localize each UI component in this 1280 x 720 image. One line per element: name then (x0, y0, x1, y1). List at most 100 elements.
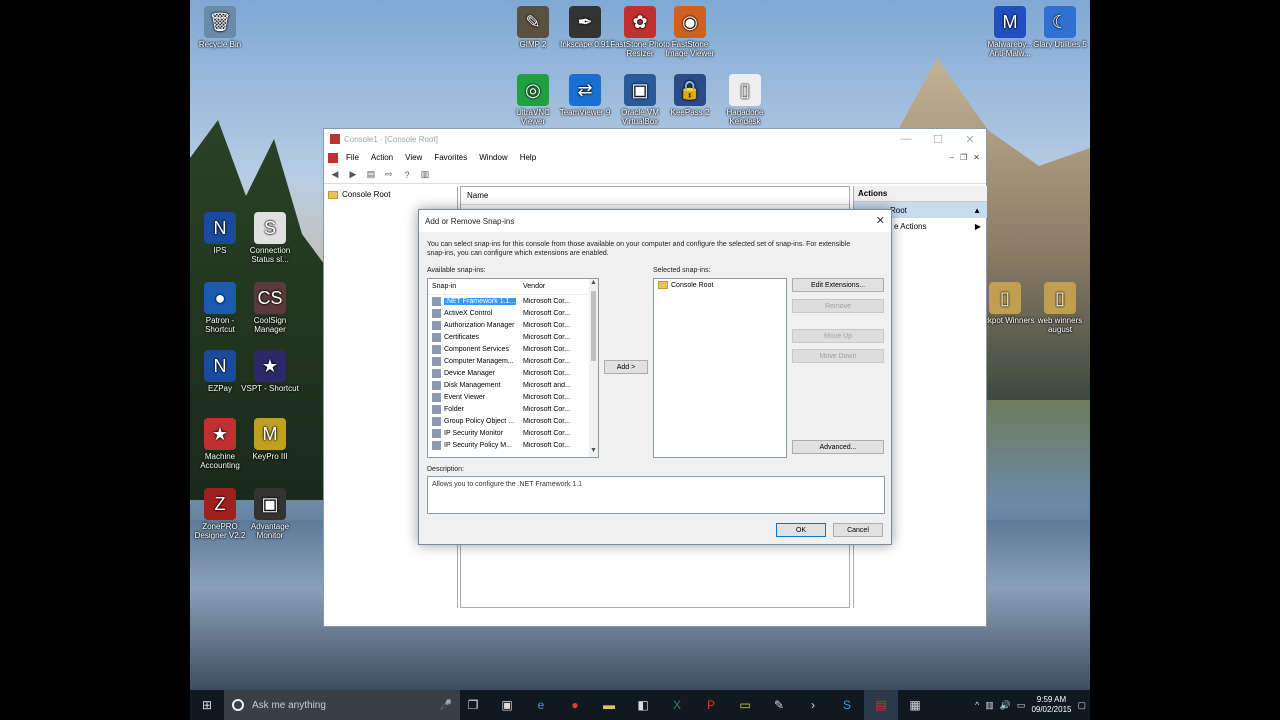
move-down-button[interactable]: Move Down (792, 349, 884, 363)
mdi-close-icon[interactable]: ✕ (973, 153, 980, 162)
mdi-minimize-icon[interactable]: – (950, 153, 954, 162)
store-icon[interactable]: ◧ (626, 690, 660, 720)
search-box[interactable]: Ask me anything (224, 690, 460, 720)
notification-icon[interactable]: ▢ (1077, 700, 1086, 711)
mdi-restore-icon[interactable]: ❐ (960, 153, 967, 162)
dialog-titlebar[interactable]: Add or Remove Snap-ins ✕ (419, 210, 891, 232)
column-snapin[interactable]: Snap-in (428, 283, 523, 290)
desktop-icon[interactable]: S Connection Status sl... (240, 212, 300, 264)
tray-keyboard-icon[interactable]: ▭ (1017, 700, 1026, 711)
list-scrollbar[interactable]: ▲ ▼ (589, 279, 598, 457)
snapin-row[interactable]: Folder Microsoft Cor... (428, 403, 598, 415)
snapin-row[interactable]: IP Security Policy M... Microsoft Cor... (428, 439, 598, 451)
snapin-row[interactable]: ActiveX Control Microsoft Cor... (428, 307, 598, 319)
snapin-row[interactable]: IP Security Monitor Microsoft Cor... (428, 427, 598, 439)
snapin-row[interactable]: Device Manager Microsoft Cor... (428, 367, 598, 379)
menu-window[interactable]: Window (473, 153, 513, 162)
action-pane-icon[interactable]: ▥ (418, 169, 432, 181)
taskbar-tool-icon[interactable]: ✎ (762, 690, 796, 720)
edge-icon[interactable]: e (524, 690, 558, 720)
edit-extensions-button[interactable]: Edit Extensions... (792, 278, 884, 292)
desktop-icon[interactable]: M KeyPro III (240, 418, 300, 461)
desktop-icon[interactable]: 🔒 KeePass 2 (660, 74, 720, 117)
snapin-row[interactable]: .NET Framework 1.1... Microsoft Cor... (428, 295, 598, 307)
task-view-icon[interactable]: ❐ (456, 690, 490, 720)
remove-button[interactable]: Remove (792, 299, 884, 313)
menu-help[interactable]: Help (514, 153, 542, 162)
snapin-row[interactable]: Component Services Microsoft Cor... (428, 343, 598, 355)
desktop-app-icon: ✒ (569, 6, 601, 38)
powershell-icon[interactable]: › (796, 690, 830, 720)
snapin-name-cell: .NET Framework 1.1... (428, 296, 523, 306)
add-button[interactable]: Add > (604, 360, 648, 374)
desktop-icon[interactable]: CS CoolSign Manager (240, 282, 300, 334)
tree-item-console-root[interactable]: Console Root (324, 186, 457, 203)
selected-item-console-root[interactable]: Console Root (654, 279, 786, 291)
snapin-row[interactable]: Event Viewer Microsoft Cor... (428, 391, 598, 403)
selected-snapins-list[interactable]: Console Root (653, 278, 787, 458)
back-arrow-icon[interactable]: ◀ (328, 169, 342, 181)
menu-view[interactable]: View (399, 153, 428, 162)
column-vendor[interactable]: Vendor (523, 283, 545, 290)
column-header-name[interactable]: Name (461, 187, 849, 205)
excel-icon[interactable]: X (660, 690, 694, 720)
microphone-icon[interactable]: 🎤 (436, 690, 456, 720)
sticky-notes-icon[interactable]: ▭ (728, 690, 762, 720)
snapin-name: Group Policy Object ... (444, 417, 515, 425)
desktop-icon[interactable]: ▣ Advantage Monitor (240, 488, 300, 540)
snapin-row[interactable]: Authorization Manager Microsoft Cor... (428, 319, 598, 331)
menu-action[interactable]: Action (365, 153, 399, 162)
snapin-row[interactable]: Group Policy Object ... Microsoft Cor... (428, 415, 598, 427)
snapin-name: Event Viewer (444, 393, 486, 401)
snapin-row[interactable]: Computer Managem... Microsoft Cor... (428, 355, 598, 367)
dialog-close-icon[interactable]: ✕ (876, 214, 885, 227)
desktop-icon[interactable]: ▯ Hagadone Kendesk (715, 74, 775, 126)
desktop-app-icon: ✿ (624, 6, 656, 38)
clock[interactable]: 9:59 AM 09/02/2015 (1031, 695, 1071, 715)
system-tray: ^ ▥ 🔊 ▭ 9:59 AM 09/02/2015 ▢ (975, 690, 1086, 720)
scroll-down-icon[interactable]: ▼ (589, 447, 598, 457)
desktop-icon[interactable]: ★ VSPT - Shortcut (240, 350, 300, 393)
taskbar-app3-icon[interactable]: ▦ (898, 690, 932, 720)
taskbar-app2-icon[interactable]: S (830, 690, 864, 720)
desktop-icon[interactable]: ▯ web winners august (1030, 282, 1090, 334)
available-snapins-list[interactable]: Snap-in Vendor .NET Framework 1.1... Micr… (427, 278, 599, 458)
chrome-icon[interactable]: ● (558, 690, 592, 720)
snapin-row[interactable]: Disk Management Microsoft and... (428, 379, 598, 391)
mmc-titlebar[interactable]: Console1 - [Console Root] (324, 129, 986, 149)
desktop-icon[interactable]: ⇄ TeamViewer 9 (555, 74, 615, 117)
file-explorer-icon[interactable]: ▬ (592, 690, 626, 720)
tray-network-icon[interactable]: ▥ (985, 700, 994, 711)
help-icon[interactable]: ? (400, 169, 414, 181)
advanced-button[interactable]: Advanced... (792, 440, 884, 454)
close-button[interactable]: ✕ (954, 129, 986, 149)
export-list-icon[interactable]: ⇨ (382, 169, 396, 181)
menu-favorites[interactable]: Favorites (428, 153, 473, 162)
desktop-icon[interactable]: ✒ Inkscape 0.91 (555, 6, 615, 49)
desktop-app-icon: ★ (204, 418, 236, 450)
collapse-up-icon[interactable]: ▲ (973, 206, 981, 215)
powerpoint-icon[interactable]: P (694, 690, 728, 720)
tray-volume-icon[interactable]: 🔊 (1000, 700, 1011, 711)
taskbar-app-icon[interactable]: ▣ (490, 690, 524, 720)
cancel-button[interactable]: Cancel (833, 523, 883, 537)
move-up-button[interactable]: Move Up (792, 329, 884, 343)
desktop-icon[interactable]: ☾ Glary Utilities 5 (1030, 6, 1090, 49)
windows-start-icon[interactable]: ⊞ (190, 690, 224, 720)
scroll-thumb[interactable] (591, 291, 596, 361)
maximize-button[interactable]: ☐ (922, 129, 954, 149)
desktop-icon[interactable]: ◉ FastStone Image Viewer (660, 6, 720, 58)
menu-file[interactable]: File (340, 153, 365, 162)
console-icon[interactable] (328, 152, 338, 163)
mmc-taskbar-icon[interactable]: ▤ (864, 690, 898, 720)
desktop-icon[interactable]: ✎ GIMP 2 (503, 6, 563, 49)
show-tree-icon[interactable]: ▤ (364, 169, 378, 181)
scroll-up-icon[interactable]: ▲ (589, 279, 598, 289)
ok-button[interactable]: OK (776, 523, 826, 537)
desktop-icon[interactable]: ◎ UltraVNC Viewer (503, 74, 563, 126)
desktop-icon[interactable]: 🗑 Recycle Bin (190, 6, 250, 49)
snapin-row[interactable]: Certificates Microsoft Cor... (428, 331, 598, 343)
forward-arrow-icon[interactable]: ▶ (346, 169, 360, 181)
minimize-button[interactable]: — (890, 129, 922, 149)
tray-chevron-icon[interactable]: ^ (975, 700, 979, 710)
